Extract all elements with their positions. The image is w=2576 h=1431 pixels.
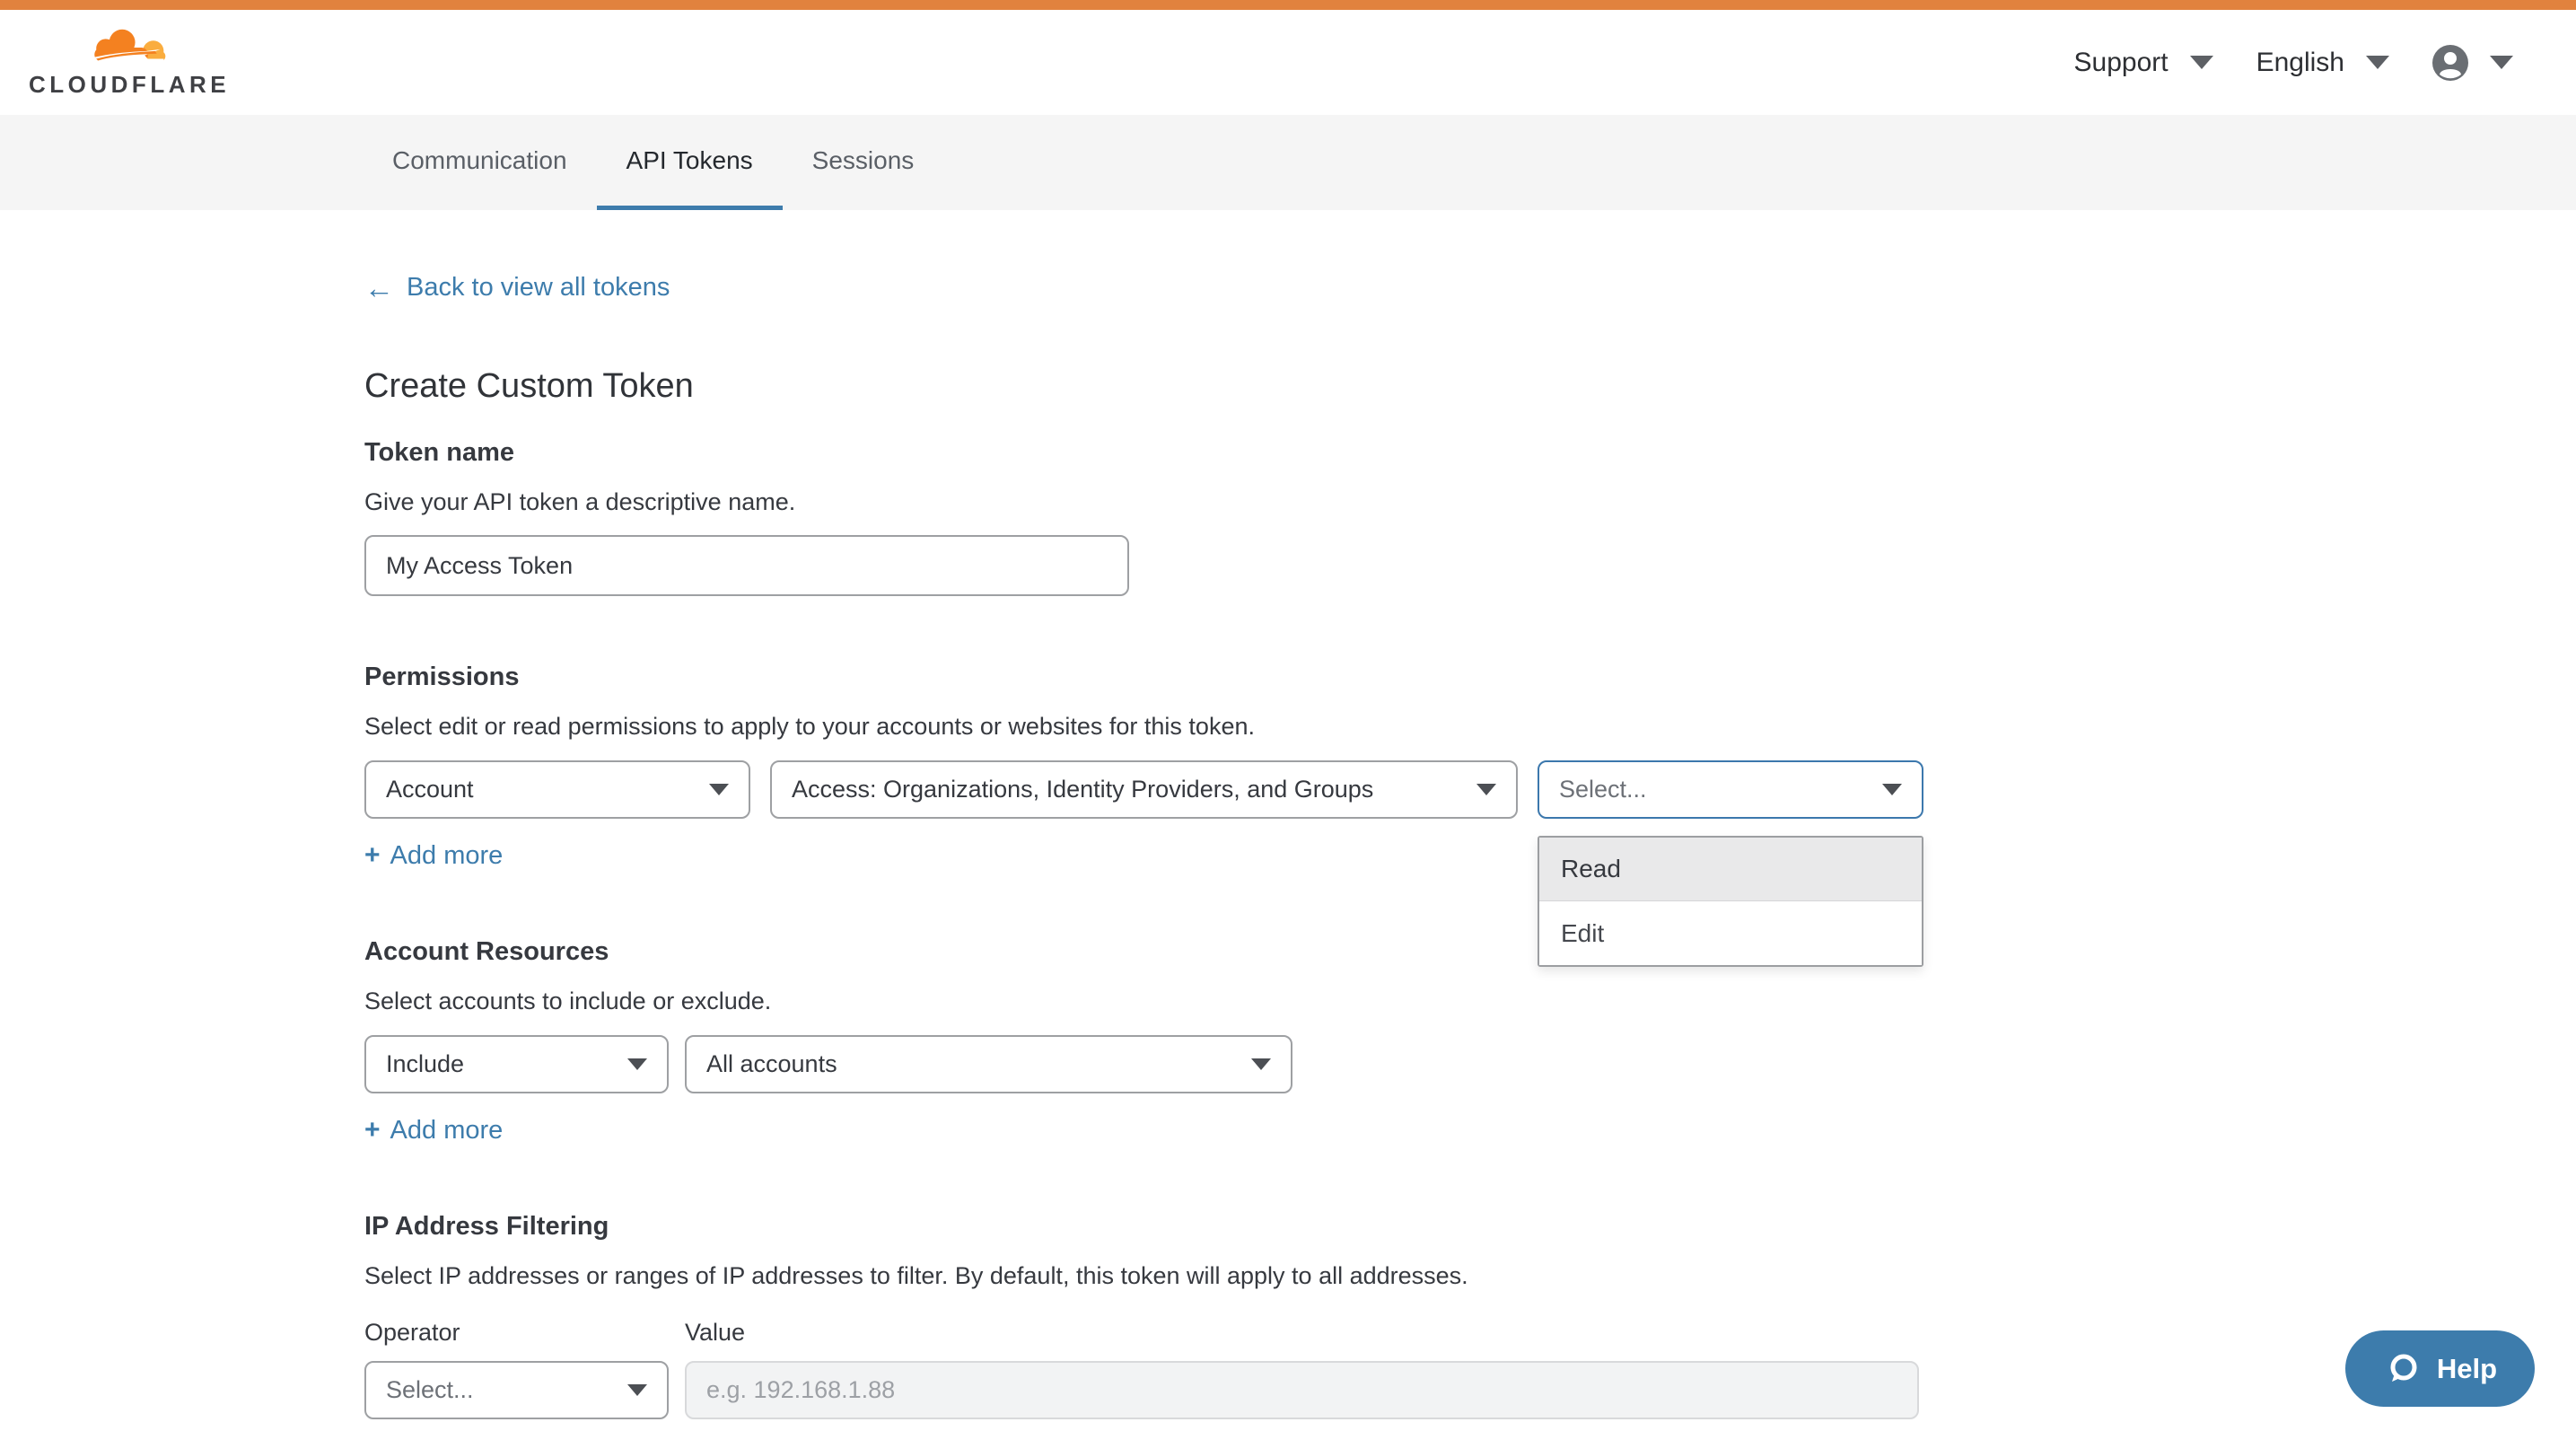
header-nav: Support English xyxy=(2074,45,2513,81)
permissions-add-more-link[interactable]: + Add more xyxy=(364,840,503,871)
permission-level-placeholder: Select... xyxy=(1559,776,1647,803)
main-content: ← Back to view all tokens Create Custom … xyxy=(0,273,2576,1419)
chevron-down-icon xyxy=(627,1384,647,1396)
tab-communication[interactable]: Communication xyxy=(363,115,597,210)
menu-option-read[interactable]: Read xyxy=(1539,838,1922,901)
ip-filtering-labels: Operator Value xyxy=(364,1319,2576,1347)
permission-resource-value: Access: Organizations, Identity Provider… xyxy=(792,776,1373,803)
cloudflare-logo-text: CLOUDFLARE xyxy=(29,71,230,99)
chat-bubble-icon xyxy=(2383,1349,2423,1389)
cloudflare-logo[interactable]: CLOUDFLARE xyxy=(29,26,230,99)
account-resources-heading: Account Resources xyxy=(364,937,2576,967)
permissions-description: Select edit or read permissions to apply… xyxy=(364,713,2576,741)
account-menu[interactable] xyxy=(2432,45,2513,81)
ip-value-input xyxy=(685,1361,1919,1419)
permissions-heading: Permissions xyxy=(364,663,2576,692)
chevron-down-icon xyxy=(1251,1058,1271,1070)
add-more-label: Add more xyxy=(390,1116,504,1146)
help-button[interactable]: Help xyxy=(2345,1330,2535,1407)
ip-filtering-heading: IP Address Filtering xyxy=(364,1212,2576,1242)
permission-level-menu: Read Edit xyxy=(1538,836,1923,967)
permission-level-select[interactable]: Select... xyxy=(1538,760,1923,819)
tab-api-tokens[interactable]: API Tokens xyxy=(597,115,783,210)
chevron-down-icon xyxy=(709,784,729,795)
add-more-label: Add more xyxy=(390,841,504,871)
permission-scope-select[interactable]: Account xyxy=(364,760,750,819)
ip-operator-placeholder: Select... xyxy=(386,1376,474,1404)
language-menu-label: English xyxy=(2256,48,2344,78)
ip-filtering-description: Select IP addresses or ranges of IP addr… xyxy=(364,1262,2576,1290)
support-menu-label: Support xyxy=(2074,48,2169,78)
page-title: Create Custom Token xyxy=(364,367,2576,406)
user-avatar-icon xyxy=(2432,45,2468,81)
language-menu[interactable]: English xyxy=(2256,48,2389,78)
chevron-down-icon xyxy=(2490,56,2513,69)
left-arrow-icon: ← xyxy=(364,273,394,303)
ip-operator-select[interactable]: Select... xyxy=(364,1361,669,1419)
token-name-heading: Token name xyxy=(364,438,2576,468)
resource-mode-value: Include xyxy=(386,1050,464,1078)
resource-mode-select[interactable]: Include xyxy=(364,1035,669,1093)
back-link-label: Back to view all tokens xyxy=(407,273,670,303)
chevron-down-icon xyxy=(2366,56,2389,69)
account-resources-row: Include All accounts xyxy=(364,1035,2576,1093)
permission-scope-value: Account xyxy=(386,776,474,803)
chevron-down-icon xyxy=(1476,784,1496,795)
chevron-down-icon xyxy=(627,1058,647,1070)
menu-option-edit[interactable]: Edit xyxy=(1539,901,1922,965)
resource-accounts-select[interactable]: All accounts xyxy=(685,1035,1292,1093)
token-name-input[interactable] xyxy=(364,535,1129,596)
account-resources-add-more-link[interactable]: + Add more xyxy=(364,1115,503,1146)
permission-level-wrap: Select... Read Edit xyxy=(1538,760,1923,819)
chevron-down-icon xyxy=(2190,56,2213,69)
permissions-row: Account Access: Organizations, Identity … xyxy=(364,760,2576,819)
chevron-down-icon xyxy=(1882,784,1902,795)
cloudflare-cloud-icon xyxy=(77,26,172,69)
support-menu[interactable]: Support xyxy=(2074,48,2213,78)
plus-icon: + xyxy=(364,1115,381,1146)
profile-tab-bar: Communication API Tokens Sessions xyxy=(0,115,2576,210)
top-accent-bar xyxy=(0,0,2576,10)
help-button-label: Help xyxy=(2437,1353,2497,1385)
account-resources-description: Select accounts to include or exclude. xyxy=(364,988,2576,1015)
ip-filtering-row: Select... xyxy=(364,1361,2576,1419)
tab-sessions[interactable]: Sessions xyxy=(783,115,944,210)
resource-accounts-value: All accounts xyxy=(706,1050,837,1078)
back-to-tokens-link[interactable]: ← Back to view all tokens xyxy=(364,273,670,303)
plus-icon: + xyxy=(364,840,381,871)
token-name-description: Give your API token a descriptive name. xyxy=(364,488,2576,516)
value-label: Value xyxy=(685,1319,745,1347)
operator-label: Operator xyxy=(364,1319,685,1347)
header: CLOUDFLARE Support English xyxy=(0,10,2576,115)
permission-resource-select[interactable]: Access: Organizations, Identity Provider… xyxy=(770,760,1518,819)
